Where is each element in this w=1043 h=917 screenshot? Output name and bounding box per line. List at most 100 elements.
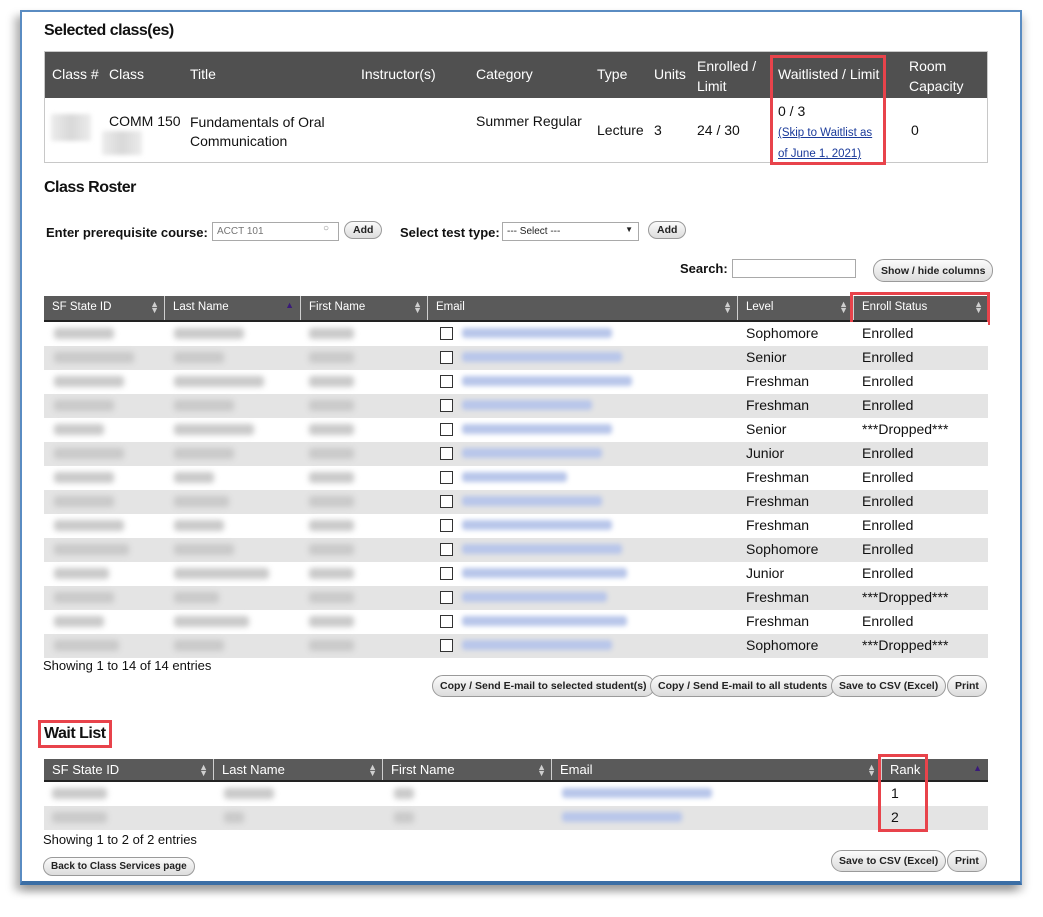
class-category: Summer Regular — [476, 113, 582, 129]
waitlist-row: 2 — [44, 806, 988, 830]
redacted-email-link[interactable] — [462, 616, 627, 626]
roster-row: Junior Enrolled — [44, 442, 988, 466]
roster-csv-button[interactable]: Save to CSV (Excel) — [831, 675, 947, 697]
select-student-checkbox[interactable] — [440, 423, 453, 436]
redacted-email-link[interactable] — [462, 400, 592, 410]
select-student-checkbox[interactable] — [440, 351, 453, 364]
select-student-checkbox[interactable] — [440, 591, 453, 604]
sort-icon: ▲ ▼ — [537, 762, 546, 778]
enroll-status: Enrolled — [862, 493, 914, 509]
redacted-email-link[interactable] — [462, 640, 612, 650]
redacted-student-info — [44, 466, 376, 490]
wl-th-last-name[interactable]: Last Name ▲ ▼ — [214, 759, 383, 780]
roster-row: Sophomore ***Dropped*** — [44, 634, 988, 658]
student-level: Senior — [746, 349, 787, 365]
redacted-email-link[interactable] — [562, 812, 682, 822]
email-selected-button[interactable]: Copy / Send E-mail to selected student(s… — [432, 675, 655, 697]
th-sf-state-id[interactable]: SF State ID ▲ ▼ — [44, 296, 165, 320]
select-student-checkbox[interactable] — [440, 471, 453, 484]
sort-ascending-icon: ▲ — [285, 300, 294, 310]
sort-ascending-icon: ▲ — [973, 763, 982, 773]
redacted-email-link[interactable] — [462, 568, 627, 578]
roster-print-button[interactable]: Print — [947, 675, 987, 697]
enroll-status: ***Dropped*** — [862, 589, 949, 605]
redacted-email-link[interactable] — [462, 544, 622, 554]
redacted-email-link[interactable] — [462, 424, 612, 434]
show-hide-columns-button[interactable]: Show / hide columns — [873, 259, 994, 282]
roster-table-header: SF State ID ▲ ▼ Last Name ▲ First Name ▲ ▼ Em… — [44, 296, 988, 322]
enroll-status: Enrolled — [862, 541, 914, 557]
search-input[interactable] — [732, 259, 856, 278]
redacted-student-info — [44, 610, 376, 634]
select-student-checkbox[interactable] — [440, 519, 453, 532]
redacted-student-info — [44, 782, 414, 806]
selected-classes-heading: Selected class(es) — [44, 22, 174, 39]
select-student-checkbox[interactable] — [440, 615, 453, 628]
select-student-checkbox[interactable] — [440, 567, 453, 580]
student-level: Freshman — [746, 613, 810, 629]
enroll-status: Enrolled — [862, 373, 914, 389]
enroll-status: ***Dropped*** — [862, 421, 949, 437]
add-prereq-button[interactable]: Add — [344, 221, 383, 239]
prereq-input[interactable] — [212, 222, 339, 241]
add-test-type-button[interactable]: Add — [648, 221, 687, 239]
col-category: Category — [476, 66, 533, 82]
sort-icon: ▲ ▼ — [867, 762, 876, 778]
class-number-redacted — [51, 114, 91, 141]
wl-th-email[interactable]: Email ▲ ▼ — [552, 759, 882, 780]
wl-th-first-name[interactable]: First Name ▲ ▼ — [383, 759, 552, 780]
wait-list-heading: Wait List — [38, 720, 112, 748]
prereq-label: Enter prerequisite course: — [46, 225, 208, 240]
th-first-name[interactable]: First Name ▲ ▼ — [301, 296, 428, 320]
enroll-status-highlight — [850, 292, 990, 325]
col-room-capacity: Room Capacity — [909, 58, 964, 94]
select-student-checkbox[interactable] — [440, 399, 453, 412]
roster-row: Freshman Enrolled — [44, 490, 988, 514]
waitlist-print-button[interactable]: Print — [947, 850, 987, 872]
redacted-student-info — [44, 806, 414, 830]
chevron-down-icon: ▼ — [625, 225, 633, 234]
class-title: Fundamentals of Oral Communication — [190, 114, 325, 149]
th-email[interactable]: Email ▲ ▼ — [428, 296, 738, 320]
redacted-email-link[interactable] — [462, 352, 622, 362]
select-student-checkbox[interactable] — [440, 447, 453, 460]
redacted-student-info — [44, 562, 376, 586]
enroll-status: Enrolled — [862, 517, 914, 533]
col-class-number: Class # — [52, 66, 99, 82]
class-enrolled-limit: 24 / 30 — [697, 122, 740, 138]
wl-th-sf-state-id[interactable]: SF State ID ▲ ▼ — [44, 759, 214, 780]
redacted-email-link[interactable] — [462, 376, 632, 386]
redacted-student-info — [44, 346, 376, 370]
test-type-label: Select test type: — [400, 225, 500, 240]
waitlist-row: 1 — [44, 782, 988, 806]
redacted-email-link[interactable] — [462, 328, 612, 338]
redacted-email-link[interactable] — [462, 448, 602, 458]
student-level: Freshman — [746, 493, 810, 509]
rank-highlight — [878, 754, 928, 832]
enroll-status: Enrolled — [862, 469, 914, 485]
select-student-checkbox[interactable] — [440, 495, 453, 508]
redacted-email-link[interactable] — [462, 496, 602, 506]
enroll-status: Enrolled — [862, 397, 914, 413]
roster-info: Showing 1 to 14 of 14 entries — [43, 658, 212, 673]
th-level[interactable]: Level ▲ ▼ — [738, 296, 854, 320]
roster-row: Senior ***Dropped*** — [44, 418, 988, 442]
redacted-email-link[interactable] — [462, 520, 612, 530]
select-student-checkbox[interactable] — [440, 375, 453, 388]
redacted-student-info — [44, 418, 376, 442]
select-student-checkbox[interactable] — [440, 639, 453, 652]
back-to-class-services-button[interactable]: Back to Class Services page — [43, 857, 195, 876]
waitlist-csv-button[interactable]: Save to CSV (Excel) — [831, 850, 947, 872]
student-level: Junior — [746, 565, 785, 581]
select-student-checkbox[interactable] — [440, 327, 453, 340]
class-roster-heading: Class Roster — [44, 179, 136, 196]
roster-row: Sophomore Enrolled — [44, 322, 988, 346]
clear-icon[interactable]: ○ — [323, 223, 329, 234]
select-student-checkbox[interactable] — [440, 543, 453, 556]
redacted-email-link[interactable] — [462, 592, 607, 602]
redacted-email-link[interactable] — [562, 788, 712, 798]
test-type-select[interactable]: --- Select --- ▼ — [502, 222, 639, 241]
redacted-email-link[interactable] — [462, 472, 567, 482]
th-last-name[interactable]: Last Name ▲ — [165, 296, 301, 320]
email-all-button[interactable]: Copy / Send E-mail to all students — [650, 675, 836, 697]
